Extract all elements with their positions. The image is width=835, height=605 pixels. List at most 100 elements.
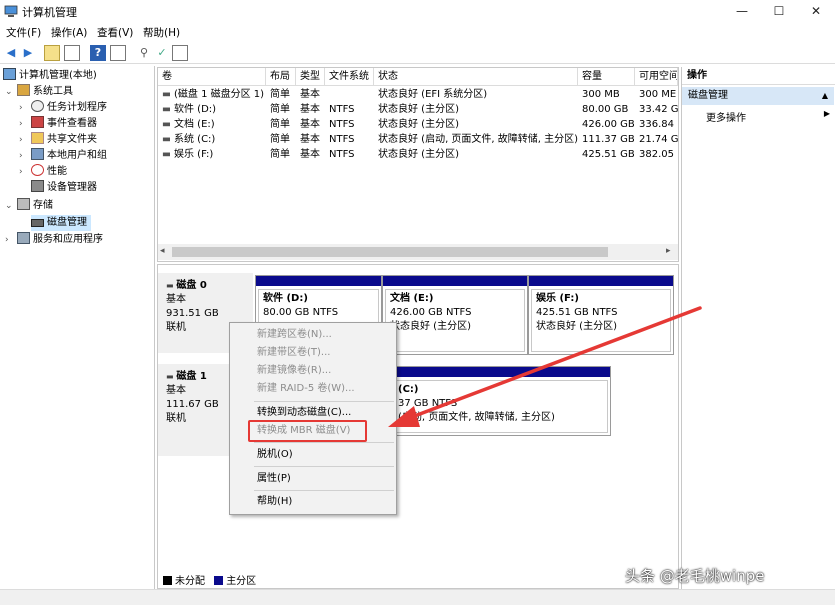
window-title: 计算机管理: [22, 6, 77, 19]
title-bar: 计算机管理 — ☐ ✕: [0, 0, 835, 22]
menu-convert-dynamic[interactable]: 转换到动态磁盘(C)...: [257, 405, 351, 421]
col-free[interactable]: 可用空间: [635, 68, 678, 86]
menu-new-striped[interactable]: 新建带区卷(T)...: [257, 345, 330, 361]
tree-storage[interactable]: ⌄ 存储: [5, 198, 53, 214]
close-button[interactable]: ✕: [797, 0, 835, 22]
properties-icon[interactable]: [110, 45, 126, 61]
computer-management-icon: [4, 5, 18, 17]
list-view-icon[interactable]: [172, 45, 188, 61]
computer-icon: [3, 68, 16, 80]
menu-help-item[interactable]: 帮助(H): [257, 494, 292, 510]
volume-list: 卷 布局 类型 文件系统 状态 容量 可用空间 ▬ (磁盘 1 磁盘分区 1) …: [157, 67, 679, 262]
volume-icon: ▬: [162, 104, 170, 115]
col-layout[interactable]: 布局: [266, 68, 296, 86]
col-filesystem[interactable]: 文件系统: [325, 68, 374, 86]
connect-icon[interactable]: ⚲: [136, 45, 152, 61]
tree-event-viewer[interactable]: › 事件查看器: [19, 116, 97, 132]
tree-performance[interactable]: › 性能: [19, 164, 67, 180]
col-volume[interactable]: 卷: [158, 68, 266, 86]
partition-c[interactable]: (C:) 37 GB NTFS (启动, 页面文件, 故障转储, 主分区): [390, 366, 611, 436]
scroll-thumb[interactable]: [172, 247, 608, 257]
menu-view[interactable]: 查看(V): [97, 25, 133, 40]
show-tree-icon[interactable]: [64, 45, 80, 61]
table-row[interactable]: ▬ (磁盘 1 磁盘分区 1) 简单 基本 状态良好 (EFI 系统分区) 30…: [158, 87, 678, 102]
services-icon: [17, 232, 30, 244]
menu-properties[interactable]: 属性(P): [257, 471, 291, 487]
tree-task-scheduler[interactable]: › 任务计划程序: [19, 100, 107, 116]
storage-icon: [17, 198, 30, 210]
scroll-left-icon[interactable]: ◂: [160, 246, 165, 256]
volume-icon: ▬: [162, 119, 170, 130]
toolbar: ◀ ▶ ? ⚲ ✓: [0, 42, 835, 64]
up-folder-icon[interactable]: [44, 45, 60, 61]
collapsed-chevron-icon[interactable]: ›: [19, 132, 31, 148]
back-icon[interactable]: ◀: [3, 45, 19, 61]
volume-icon: ▬: [162, 89, 170, 100]
shared-folder-icon: [31, 132, 44, 144]
disk-management-icon: [31, 219, 44, 227]
col-capacity[interactable]: 容量: [578, 68, 635, 86]
table-row[interactable]: ▬ 软件 (D:) 简单 基本 NTFS 状态良好 (主分区) 80.00 GB…: [158, 102, 678, 117]
collapsed-chevron-icon[interactable]: ›: [19, 148, 31, 164]
volume-icon: ▬: [162, 149, 170, 160]
performance-icon: [31, 164, 44, 176]
scroll-right-icon[interactable]: ▸: [666, 246, 671, 256]
collapsed-chevron-icon[interactable]: ›: [19, 164, 31, 180]
tree-system-tools[interactable]: ⌄ 系统工具: [5, 84, 73, 100]
table-row[interactable]: ▬ 系统 (C:) 简单 基本 NTFS 状态良好 (启动, 页面文件, 故障转…: [158, 132, 678, 147]
collapsed-chevron-icon[interactable]: ›: [19, 100, 31, 116]
col-status[interactable]: 状态: [374, 68, 578, 86]
expanded-chevron-icon[interactable]: ⌄: [5, 198, 17, 214]
tree-shared-folders[interactable]: › 共享文件夹: [19, 132, 97, 148]
table-row[interactable]: ▬ 娱乐 (F:) 简单 基本 NTFS 状态良好 (主分区) 425.51 G…: [158, 147, 678, 162]
device-manager-icon: [31, 180, 44, 192]
disk-icon: ▬: [166, 372, 177, 381]
collapsed-chevron-icon[interactable]: ›: [19, 116, 31, 132]
submenu-arrow-icon: ▶: [823, 109, 830, 118]
partition-e[interactable]: 文档 (E:) 426.00 GB NTFS 状态良好 (主分区): [382, 275, 528, 355]
menu-separator: [254, 401, 394, 402]
check-icon[interactable]: ✓: [154, 45, 170, 61]
menu-new-spanned[interactable]: 新建跨区卷(N)...: [257, 327, 332, 343]
forward-icon[interactable]: ▶: [20, 45, 36, 61]
table-row[interactable]: ▬ 文档 (E:) 简单 基本 NTFS 状态良好 (主分区) 426.00 G…: [158, 117, 678, 132]
menu-file[interactable]: 文件(F): [6, 25, 41, 40]
actions-header: 操作: [682, 67, 835, 85]
tree-local-users[interactable]: › 本地用户和组: [19, 148, 107, 164]
navigation-tree: 计算机管理(本地) ⌄ 系统工具 › 任务计划程序 › 事件查看器 › 共享文件夹 › 本…: [0, 66, 155, 589]
tree-disk-management[interactable]: 磁盘管理: [31, 215, 91, 231]
minimize-button[interactable]: —: [723, 0, 761, 22]
menu-bar: 文件(F) 操作(A) 查看(V) 帮助(H): [0, 22, 835, 42]
clock-icon: [31, 100, 44, 112]
menu-separator: [254, 490, 394, 491]
volume-icon: ▬: [162, 134, 170, 145]
unallocated-swatch: [163, 576, 172, 585]
collapse-icon[interactable]: ▲: [822, 87, 828, 105]
collapsed-chevron-icon[interactable]: ›: [5, 232, 17, 248]
menu-new-raid5[interactable]: 新建 RAID-5 卷(W)...: [257, 381, 355, 397]
more-actions[interactable]: 更多操作 ▶: [706, 109, 830, 124]
horizontal-scrollbar[interactable]: ◂ ▸: [158, 244, 678, 260]
menu-action[interactable]: 操作(A): [51, 25, 87, 40]
users-icon: [31, 148, 44, 160]
partition-f[interactable]: 娱乐 (F:) 425.51 GB NTFS 状态良好 (主分区): [528, 275, 674, 355]
highlight-box: [248, 420, 367, 442]
menu-separator: [254, 442, 394, 443]
actions-pane: 操作 磁盘管理 ▲ 更多操作 ▶: [681, 67, 835, 589]
menu-help[interactable]: 帮助(H): [143, 25, 180, 40]
context-menu: 新建跨区卷(N)... 新建带区卷(T)... 新建镜像卷(R)... 新建 R…: [229, 322, 397, 515]
col-type[interactable]: 类型: [296, 68, 325, 86]
tools-icon: [17, 84, 30, 96]
watermark: 头条 @老毛桃winpe: [625, 567, 765, 585]
actions-disk-management[interactable]: 磁盘管理 ▲: [682, 87, 834, 105]
menu-separator: [254, 466, 394, 467]
menu-new-mirror[interactable]: 新建镜像卷(R)...: [257, 363, 331, 379]
tree-device-manager[interactable]: 设备管理器: [19, 180, 97, 196]
menu-offline[interactable]: 脱机(O): [257, 447, 293, 463]
legend: 未分配 主分区: [157, 574, 679, 589]
tree-services[interactable]: › 服务和应用程序: [5, 232, 103, 248]
tree-root[interactable]: 计算机管理(本地): [3, 68, 97, 84]
help-icon[interactable]: ?: [90, 45, 106, 61]
expanded-chevron-icon[interactable]: ⌄: [5, 84, 17, 100]
maximize-button[interactable]: ☐: [760, 0, 798, 22]
